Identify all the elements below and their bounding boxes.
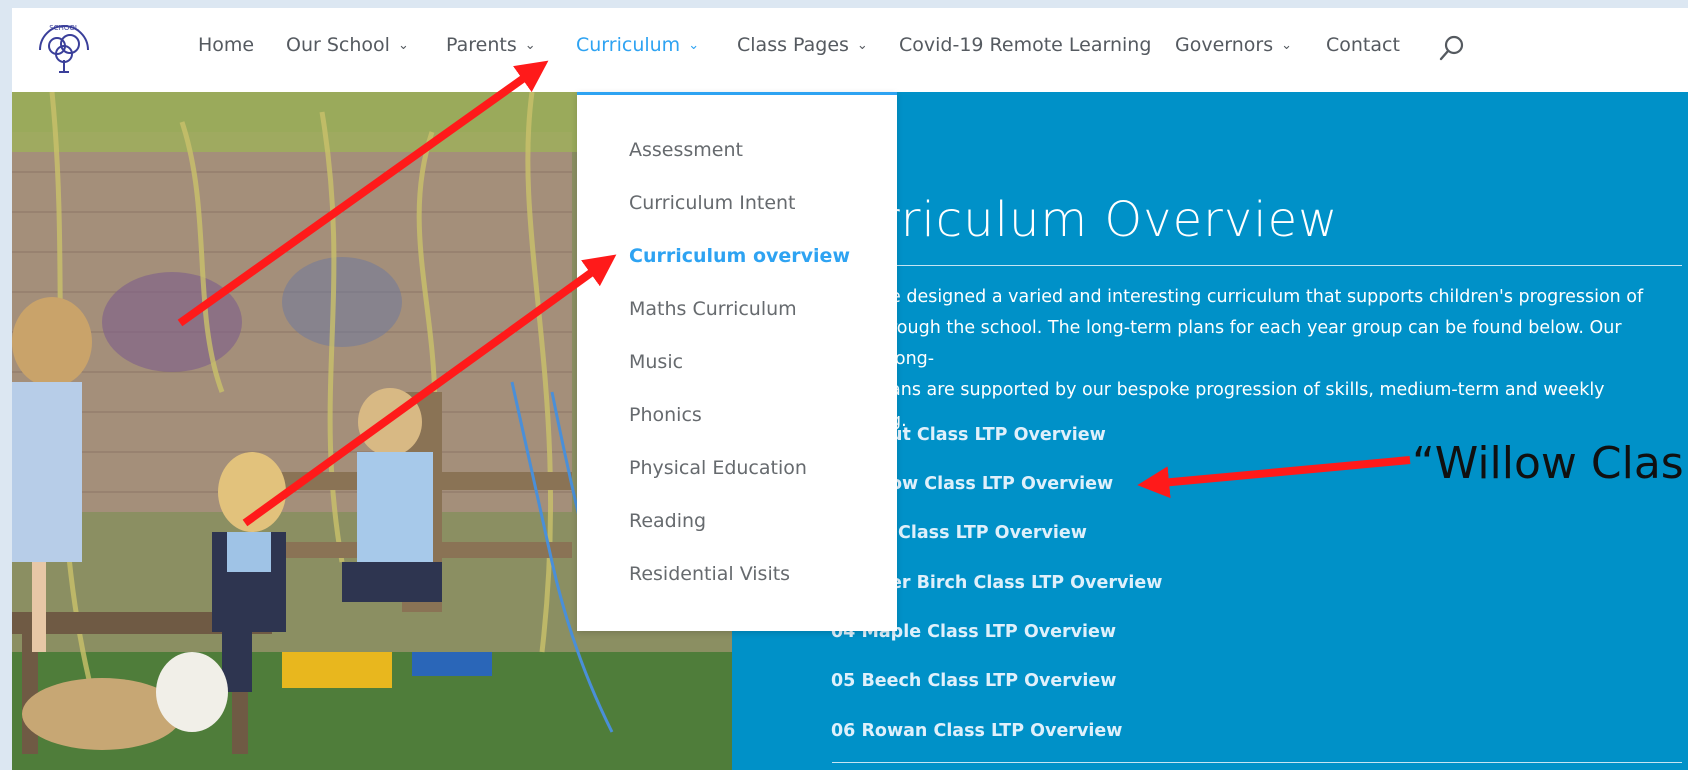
chevron-down-icon: ⌄ <box>1281 38 1293 53</box>
page-frame-left <box>0 0 12 770</box>
nav-curriculum-label: Curriculum <box>576 34 681 56</box>
title-divider <box>832 265 1682 266</box>
page-frame-top <box>0 0 1688 8</box>
nav-parents-label: Parents <box>446 34 517 56</box>
logo-lettering: SCHOOL <box>49 24 79 32</box>
nav-curriculum[interactable]: Curriculum ⌄ <box>576 34 699 56</box>
chevron-down-icon: ⌄ <box>688 38 700 53</box>
menu-item-reading[interactable]: Reading <box>629 510 706 532</box>
nav-home-label: Home <box>198 34 255 56</box>
site-header: SCHOOL Home Our School ⌄ Parents ⌄ Curricu… <box>12 8 1688 92</box>
menu-item-physical-education[interactable]: Physical Education <box>629 457 807 479</box>
nav-our-school[interactable]: Our School ⌄ <box>286 34 409 56</box>
menu-item-residential-visits[interactable]: Residential Visits <box>629 563 790 585</box>
ltp-link-willow[interactable]: ow Class LTP Overview <box>890 474 1113 494</box>
ltp-link-silver-birch[interactable]: er Birch Class LTP Overview <box>890 573 1162 593</box>
ltp-link-rowan[interactable]: 06 Rowan Class LTP Overview <box>831 721 1122 741</box>
intro-text: e designed a varied and interesting curr… <box>890 282 1670 437</box>
nav-class-pages[interactable]: Class Pages ⌄ <box>737 34 868 56</box>
menu-item-music[interactable]: Music <box>629 351 683 373</box>
nav-covid-label: Covid-19 Remote Learning <box>899 34 1152 56</box>
intro-line: e designed a varied and interesting curr… <box>890 287 1644 307</box>
nav-contact[interactable]: Contact <box>1326 34 1400 56</box>
page-title: rriculum Overview <box>880 192 1339 248</box>
search-icon[interactable] <box>1438 34 1466 62</box>
ltp-link-year2[interactable]: Class LTP Overview <box>898 523 1087 543</box>
nav-class-pages-label: Class Pages <box>737 34 849 56</box>
bottom-divider <box>832 762 1682 763</box>
nav-covid-remote-learning[interactable]: Covid-19 Remote Learning <box>899 34 1151 56</box>
menu-item-assessment[interactable]: Assessment <box>629 139 743 161</box>
chevron-down-icon: ⌄ <box>856 38 868 53</box>
intro-line: ans are supported by our bespoke progres… <box>890 380 1605 400</box>
menu-item-maths-curriculum[interactable]: Maths Curriculum <box>629 298 797 320</box>
ltp-link-chestnut[interactable]: ut Class LTP Overview <box>890 425 1106 445</box>
nav-our-school-label: Our School <box>286 34 390 56</box>
annotation-callout-text: “Willow Clas <box>1412 438 1684 489</box>
nav-governors[interactable]: Governors ⌄ <box>1175 34 1292 56</box>
curriculum-dropdown: Assessment Curriculum Intent Curriculum … <box>577 92 897 631</box>
menu-item-curriculum-intent[interactable]: Curriculum Intent <box>629 192 796 214</box>
menu-item-phonics[interactable]: Phonics <box>629 404 702 426</box>
chevron-down-icon: ⌄ <box>397 38 409 53</box>
chevron-down-icon: ⌄ <box>524 38 536 53</box>
school-logo[interactable]: SCHOOL <box>32 20 96 78</box>
nav-home[interactable]: Home <box>198 34 254 56</box>
menu-item-curriculum-overview[interactable]: Curriculum overview <box>629 245 850 267</box>
nav-parents[interactable]: Parents ⌄ <box>446 34 536 56</box>
intro-line: rough the school. The long-term plans fo… <box>890 318 1622 369</box>
ltp-link-beech[interactable]: 05 Beech Class LTP Overview <box>831 671 1116 691</box>
nav-governors-label: Governors <box>1175 34 1274 56</box>
nav-contact-label: Contact <box>1326 34 1400 56</box>
